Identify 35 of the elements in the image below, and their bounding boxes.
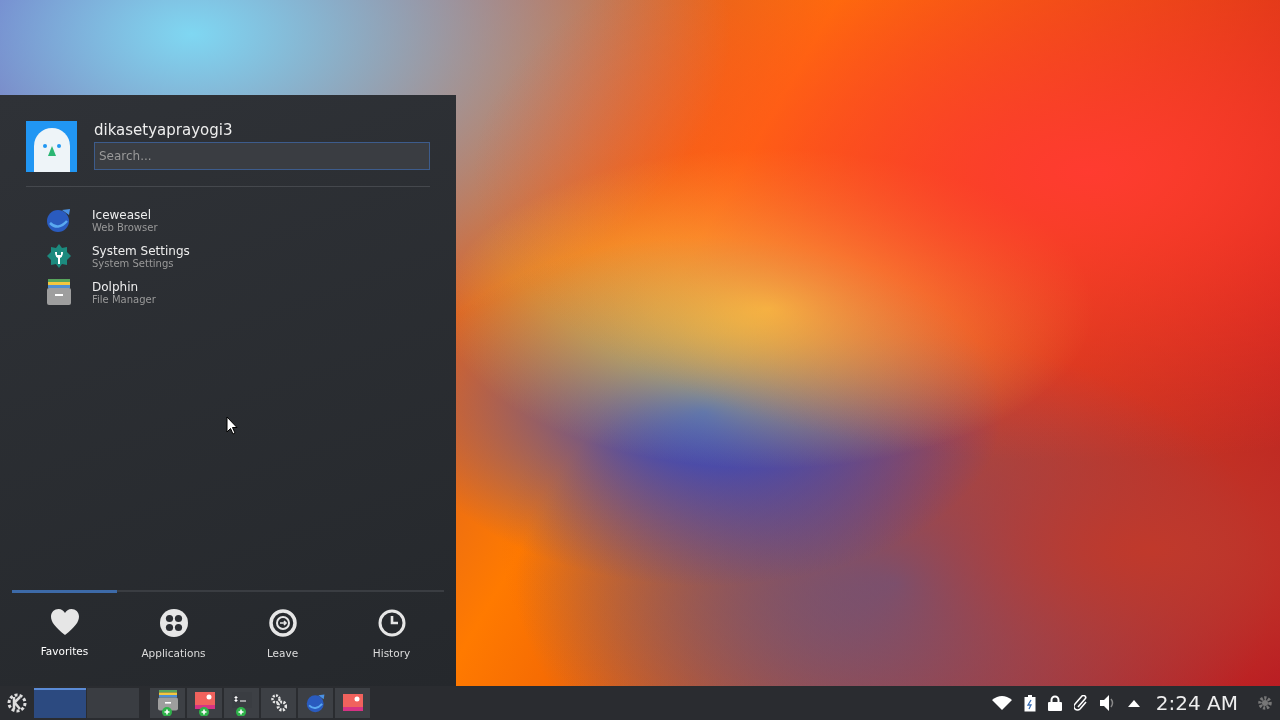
lock-icon[interactable] — [1047, 695, 1062, 711]
task-button[interactable] — [335, 688, 370, 718]
cursor-icon — [226, 416, 238, 435]
tab[interactable]: Leave — [228, 590, 337, 659]
task-button[interactable] — [261, 688, 296, 718]
app-entry[interactable]: Iceweasel Web Browser — [46, 207, 456, 233]
leave-icon — [268, 609, 297, 637]
tab[interactable]: Applications — [119, 590, 228, 659]
user-name: dikasetyaprayogi3 — [94, 121, 234, 139]
settings-icon[interactable] — [1258, 696, 1272, 710]
file-drawer-icon — [156, 690, 179, 716]
clock-icon — [377, 609, 406, 637]
app-entry[interactable]: Dolphin File Manager — [46, 279, 456, 305]
file-drawer-icon — [46, 279, 72, 305]
speaker-icon[interactable] — [1099, 695, 1116, 711]
tab[interactable]: History — [337, 590, 446, 659]
tab[interactable]: Favorites — [10, 590, 119, 659]
avatar-icon — [26, 121, 77, 172]
task-button[interactable] — [150, 688, 185, 718]
app-entry[interactable]: System Settings System Settings — [46, 243, 456, 269]
expand-arrow-icon[interactable] — [1127, 699, 1140, 707]
picture-icon — [193, 690, 216, 716]
task-button[interactable] — [187, 688, 222, 718]
paperclip-icon[interactable] — [1073, 695, 1088, 711]
globe-icon — [305, 693, 326, 713]
globe-icon — [46, 207, 72, 233]
search-field[interactable]: Search... — [94, 142, 430, 170]
task-button[interactable] — [224, 688, 259, 718]
apps-grid-icon — [159, 609, 188, 637]
picture-icon — [341, 693, 364, 713]
wifi-icon[interactable] — [991, 696, 1012, 710]
heart-icon — [50, 609, 79, 635]
battery-icon[interactable] — [1023, 694, 1036, 712]
wrench-gear-icon — [46, 243, 72, 269]
clock[interactable]: 2:24 AM — [1155, 691, 1238, 715]
